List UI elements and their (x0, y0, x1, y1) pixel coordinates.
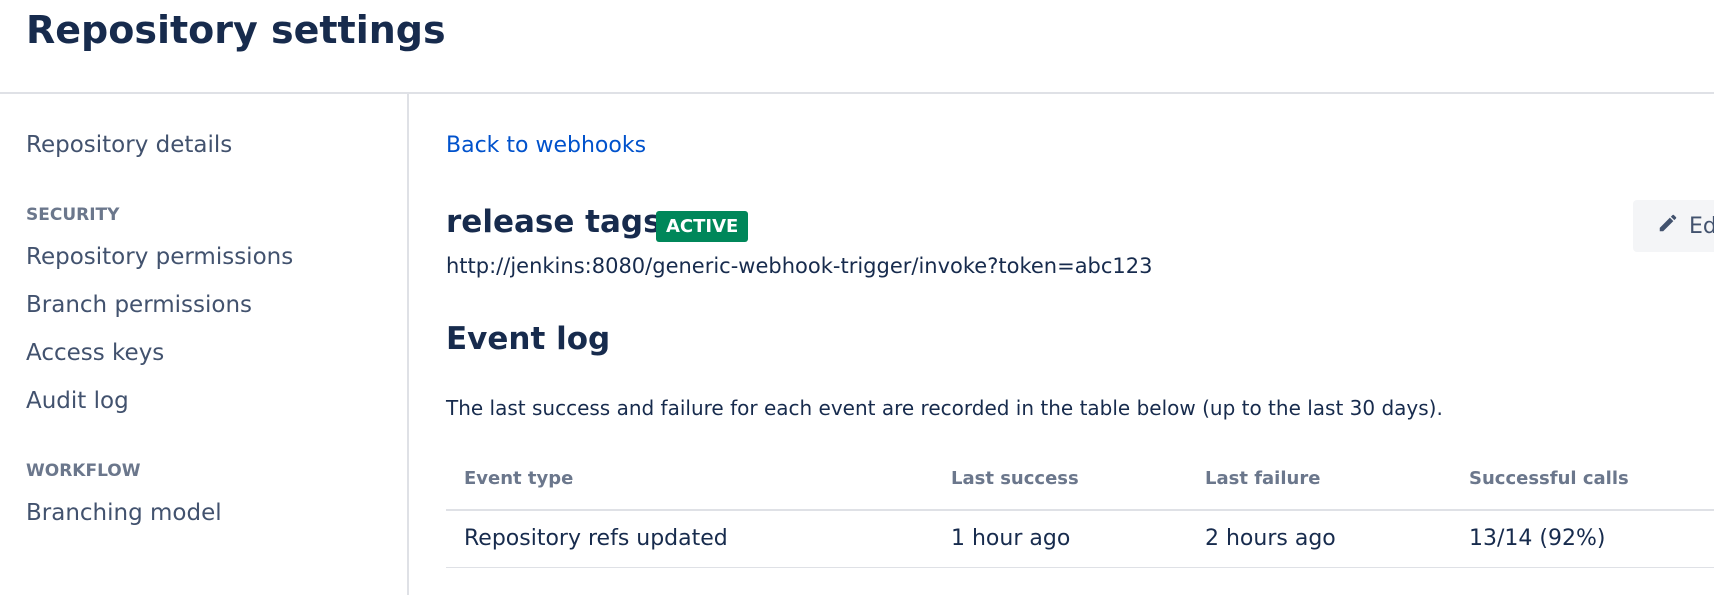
column-header-last-success: Last success (951, 468, 1079, 489)
sidebar-item-branch-permissions[interactable]: Branch permissions (26, 292, 252, 318)
webhook-url: http://jenkins:8080/generic-webhook-trig… (446, 254, 1153, 278)
column-header-event-type: Event type (464, 468, 574, 489)
sidebar-item-audit-log[interactable]: Audit log (26, 388, 129, 414)
event-log-description: The last success and failure for each ev… (446, 396, 1443, 420)
settings-sidebar: Repository details SECURITY Repository p… (0, 94, 409, 595)
column-header-last-failure: Last failure (1205, 468, 1321, 489)
main-content: Back to webhooks release tags ACTIVE Edi… (409, 94, 1714, 595)
sidebar-item-repository-permissions[interactable]: Repository permissions (26, 244, 293, 270)
last-failure-link[interactable]: 2 hours ago (1205, 526, 1336, 551)
page-header: Repository settings (0, 0, 1714, 94)
sidebar-item-branching-model[interactable]: Branching model (26, 500, 222, 526)
event-type-cell: Repository refs updated (464, 526, 728, 551)
successful-calls-cell: 13/14 (92%) (1469, 526, 1606, 551)
edit-button[interactable]: Edit (1633, 200, 1714, 252)
table-row: Repository refs updated 1 hour ago 2 hou… (446, 511, 1714, 568)
webhook-name: release tags (446, 204, 662, 240)
edit-button-label: Edit (1689, 213, 1714, 239)
last-success-link[interactable]: 1 hour ago (951, 526, 1070, 551)
sidebar-heading-security: SECURITY (26, 205, 120, 225)
status-badge: ACTIVE (656, 211, 749, 242)
pencil-icon (1657, 212, 1679, 240)
event-log-table: Event type Last success Last failure Suc… (446, 454, 1714, 568)
table-header-row: Event type Last success Last failure Suc… (446, 454, 1714, 511)
sidebar-heading-workflow: WORKFLOW (26, 461, 141, 481)
sidebar-item-access-keys[interactable]: Access keys (26, 340, 164, 366)
page-title: Repository settings (26, 8, 446, 52)
event-log-title: Event log (446, 321, 611, 357)
sidebar-item-repository-details[interactable]: Repository details (26, 132, 232, 158)
column-header-successful-calls: Successful calls (1469, 468, 1629, 489)
back-to-webhooks-link[interactable]: Back to webhooks (446, 133, 646, 158)
